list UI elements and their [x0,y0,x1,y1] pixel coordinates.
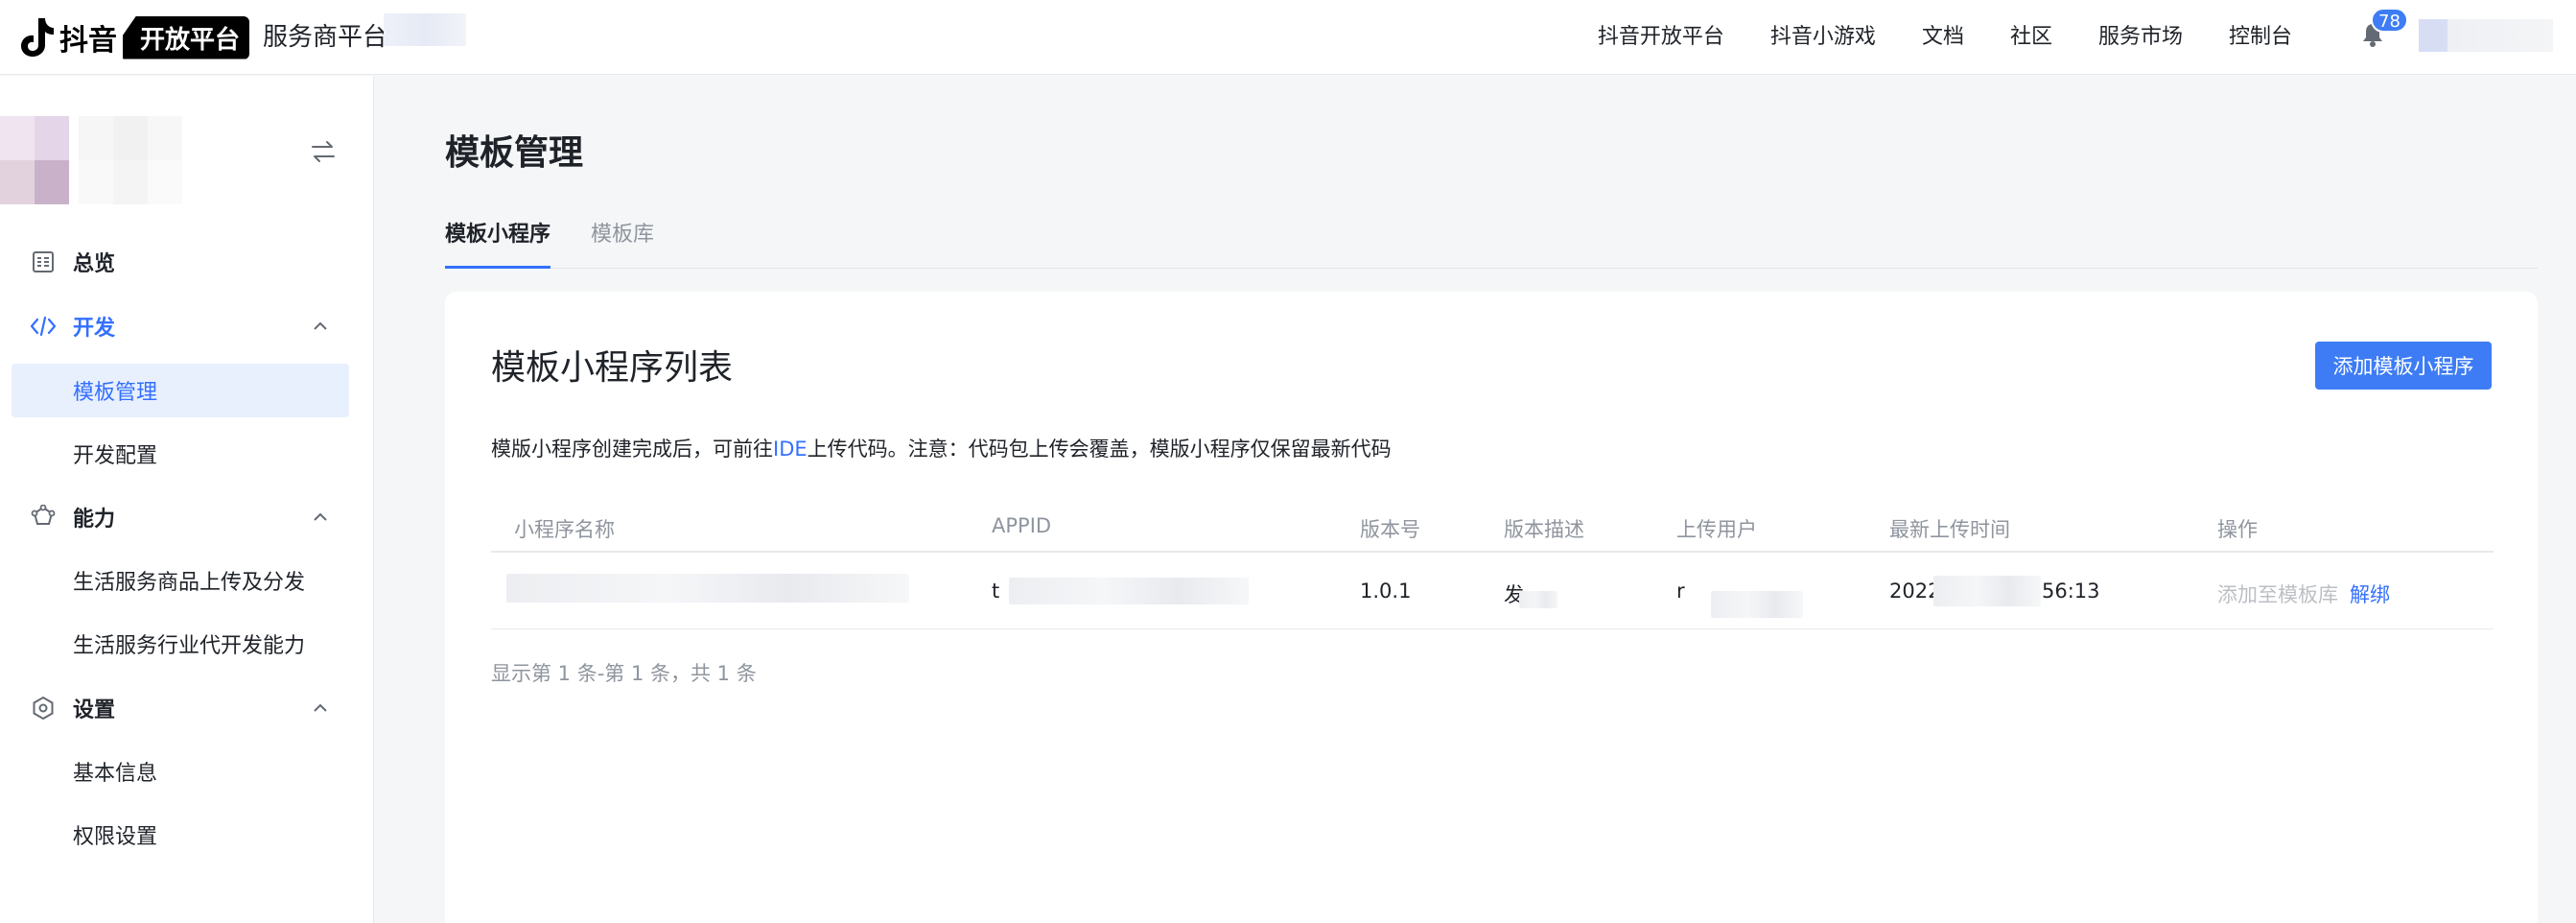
notice-text: 模版小程序创建完成后，可前往 [491,438,773,461]
unbind-action[interactable]: 解绑 [2350,580,2390,608]
template-table: 小程序名称 APPID 版本号 版本描述 上传用户 最新上传时间 操作 t 1.… [491,501,2494,629]
column-header: 版本号 [1360,518,1420,541]
column-header: 小程序名称 [514,518,615,541]
nav-link-open-platform[interactable]: 抖音开放平台 [1598,19,1724,50]
user-menu[interactable] [2419,19,2553,52]
template-list-card: 模板小程序列表 添加模板小程序 模版小程序创建完成后，可前往IDE上传代码。注意… [445,292,2538,923]
top-navbar: 抖音 开放平台 服务商平台 抖音开放平台 抖音小游戏 文档 社区 服务市场 控制… [0,0,2576,75]
dashboard-icon [29,248,58,276]
page-title: 模板管理 [445,133,584,173]
nav-link-docs[interactable]: 文档 [1922,19,1964,50]
table-header: 小程序名称 APPID 版本号 版本描述 上传用户 最新上传时间 操作 [491,501,2494,553]
sidebar-item-dev-config[interactable]: 开发配置 [12,427,349,481]
sidebar-group-label: 开发 [73,317,116,341]
sidebar-item-life-service-upload[interactable]: 生活服务商品上传及分发 [12,554,349,607]
sidebar-item-label: 总览 [73,252,116,276]
chevron-up-icon [314,512,327,521]
redacted-uploader [1711,591,1803,618]
sidebar-item-label: 权限设置 [73,825,158,849]
add-template-button[interactable]: 添加模板小程序 [2315,342,2492,390]
redacted-description [1519,591,1557,608]
sidebar-group-dev[interactable]: 开发 [12,299,349,353]
ide-link[interactable]: IDE [773,438,808,461]
nav-link-mini-games[interactable]: 抖音小游戏 [1770,19,1876,50]
settings-icon [29,694,58,722]
tab-template-library[interactable]: 模板库 [591,217,654,269]
sidebar-item-life-service-dev[interactable]: 生活服务行业代开发能力 [12,617,349,671]
notification-badge: 78 [2371,8,2408,33]
redacted-miniapp-name [506,574,909,603]
column-header: 最新上传时间 [1889,518,2010,541]
column-header: 上传用户 [1676,518,1757,541]
sidebar: 总览 开发 模板管理 开发配置 能力 生活服务商品上传及分发 生活服务行业代开发… [0,76,374,923]
notice-text: 上传代码。注意：代码包上传会覆盖，模版小程序仅保留最新代码 [807,438,1392,461]
brand-name: 抖音 [59,24,117,58]
avatar [0,116,259,204]
brand-tag: 开放平台 [123,15,250,59]
nav-link-service-market[interactable]: 服务市场 [2098,19,2183,50]
cell-upload-time-end: 56:13 [2042,580,2100,603]
column-header: APPID [992,514,1052,537]
column-header: 操作 [2217,518,2258,541]
chevron-up-icon [314,703,327,712]
sidebar-item-label: 开发配置 [73,444,158,468]
table-row: t 1.0.1 发 r 2022 56:13 添加至模板库 解绑 [491,553,2494,629]
redacted-account [384,13,466,46]
sidebar-group-capability[interactable]: 能力 [12,490,349,544]
sidebar-group-settings[interactable]: 设置 [12,681,349,735]
platform-name: 服务商平台 [263,23,388,52]
tab-bar: 模板小程序 模板库 [445,211,2538,269]
card-title: 模板小程序列表 [491,348,734,388]
sidebar-item-label: 生活服务商品上传及分发 [73,571,306,595]
sidebar-item-template-management[interactable]: 模板管理 [12,364,349,417]
douyin-note-icon [21,18,54,57]
nav-link-community[interactable]: 社区 [2010,19,2052,50]
redacted-appid [1009,578,1249,604]
sidebar-item-basic-info[interactable]: 基本信息 [12,745,349,798]
column-header: 版本描述 [1504,518,1584,541]
capability-icon [29,503,58,532]
pagination-summary: 显示第 1 条-第 1 条，共 1 条 [491,662,757,685]
tab-template-miniapp[interactable]: 模板小程序 [445,217,551,269]
redacted-upload-time [1933,576,2041,606]
sidebar-item-label: 基本信息 [73,762,158,786]
sidebar-item-label: 模板管理 [73,381,158,405]
cell-version: 1.0.1 [1360,580,1412,603]
code-icon [29,312,58,341]
douyin-logo[interactable]: 抖音 开放平台 [15,13,250,61]
sidebar-item-permissions[interactable]: 权限设置 [12,808,349,862]
nav-link-console[interactable]: 控制台 [2229,19,2292,50]
chevron-up-icon [314,321,327,330]
sidebar-item-overview[interactable]: 总览 [12,235,349,289]
cell-appid: t [992,580,1000,603]
cell-uploader: r [1676,580,1685,603]
sidebar-group-label: 设置 [73,698,116,722]
upload-notice: 模版小程序创建完成后，可前往IDE上传代码。注意：代码包上传会覆盖，模版小程序仅… [491,434,1392,462]
top-nav-links: 抖音开放平台 抖音小游戏 文档 社区 服务市场 控制台 [1598,19,2292,50]
swap-icon[interactable] [309,137,338,166]
add-to-library-action: 添加至模板库 [2217,583,2338,606]
sidebar-item-label: 生活服务行业代开发能力 [73,634,306,658]
sidebar-group-label: 能力 [73,508,116,532]
